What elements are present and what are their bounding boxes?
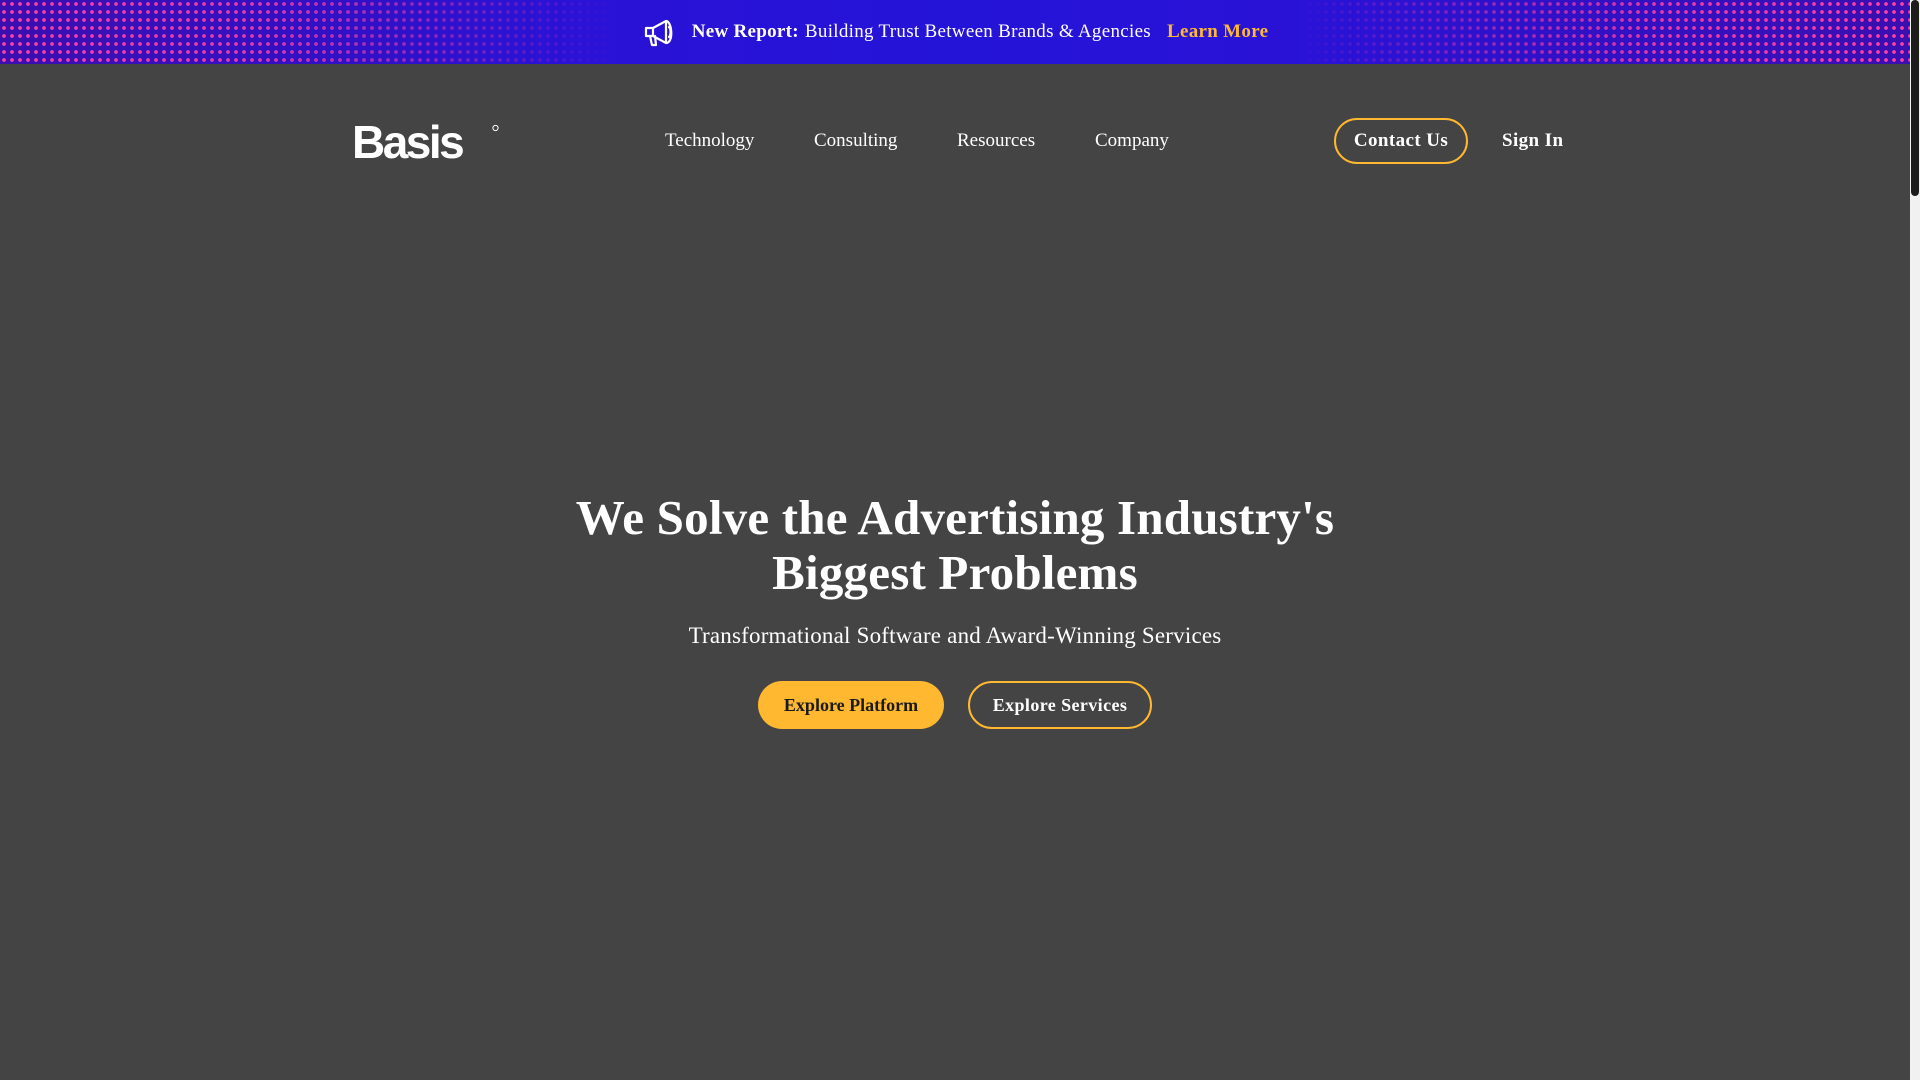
announcement-banner: New Report: Building Trust Between Brand… <box>0 0 1910 64</box>
contact-us-button[interactable]: Contact Us <box>1334 118 1468 164</box>
nav-item-company[interactable]: Company <box>1095 130 1169 152</box>
explore-services-button[interactable]: Explore Services <box>968 681 1152 729</box>
explore-platform-button[interactable]: Explore Platform <box>758 681 944 729</box>
megaphone-icon <box>644 19 673 47</box>
scrollbar-thumb[interactable] <box>1911 0 1919 196</box>
hero-buttons: Explore Platform Explore Services <box>0 681 1910 729</box>
banner-learn-more-link[interactable]: Learn More <box>1167 21 1268 43</box>
hero-title: We Solve the Advertising Industry's Bigg… <box>575 490 1335 600</box>
site-header: Basis Technology Consulting Resources Co… <box>0 64 1910 220</box>
page: New Report: Building Trust Between Brand… <box>0 0 1920 1080</box>
main-nav: Technology Consulting Resources Company <box>0 64 1910 220</box>
hero-subtitle: Transformational Software and Award-Winn… <box>688 623 1222 648</box>
sign-in-link[interactable]: Sign In <box>1502 130 1563 152</box>
banner-report-text: Building Trust Between Brands & Agencies <box>804 21 1151 42</box>
banner-content: New Report: Building Trust Between Brand… <box>0 0 1910 64</box>
page-scrollbar[interactable] <box>1910 0 1920 1080</box>
banner-report-label: New Report: <box>691 21 799 42</box>
nav-item-resources[interactable]: Resources <box>957 130 1035 152</box>
nav-item-consulting[interactable]: Consulting <box>814 130 897 152</box>
hero-section: We Solve the Advertising Industry's Bigg… <box>0 490 1910 729</box>
nav-item-technology[interactable]: Technology <box>665 130 754 152</box>
